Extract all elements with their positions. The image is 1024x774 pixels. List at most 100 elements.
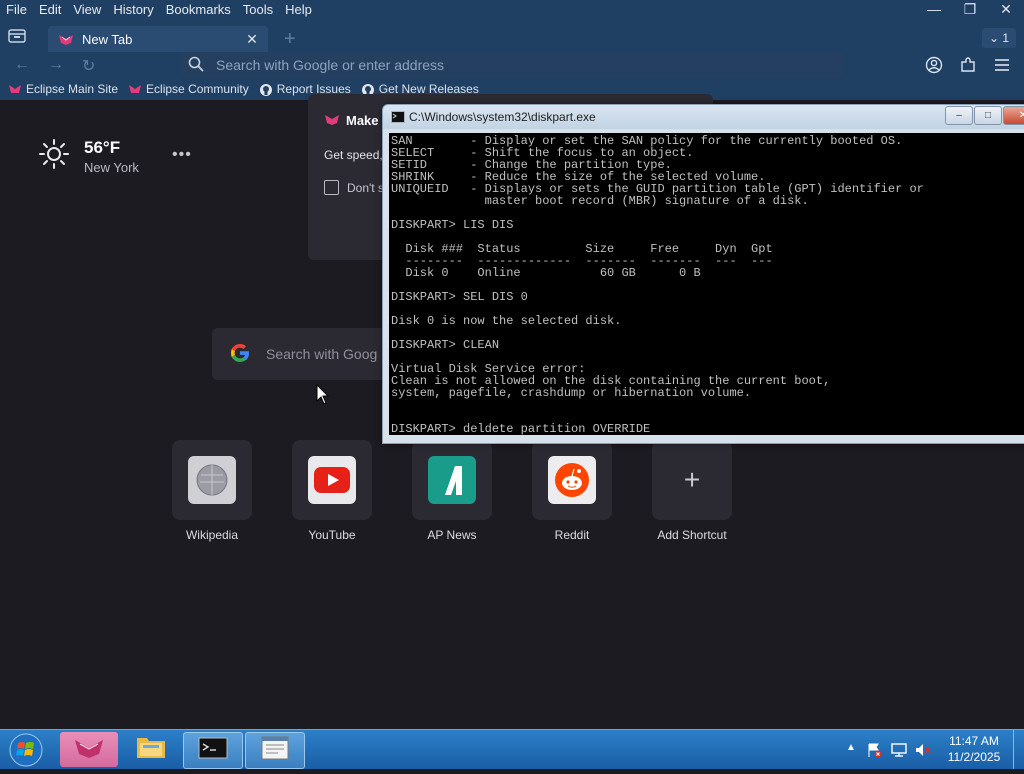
shortcut-tile bbox=[412, 440, 492, 520]
bookmark-eclipse-main-site[interactable]: Eclipse Main Site bbox=[8, 80, 118, 98]
minimize-button[interactable]: — bbox=[916, 0, 952, 18]
menu-bookmarks[interactable]: Bookmarks bbox=[160, 0, 237, 20]
sun-icon bbox=[38, 138, 70, 175]
reload-icon[interactable]: ↻ bbox=[82, 56, 95, 76]
tab-count: 1 bbox=[1002, 31, 1010, 45]
apnews-icon bbox=[428, 456, 476, 504]
menu-tools[interactable]: Tools bbox=[237, 0, 279, 20]
new-tab-plus-icon[interactable]: + bbox=[284, 28, 296, 51]
console-close-button[interactable]: ✕ bbox=[1003, 106, 1024, 125]
shortcut-reddit[interactable]: Reddit bbox=[532, 440, 612, 542]
console-title-bar[interactable]: C:\Windows\system32\diskpart.exe – □ ✕ bbox=[383, 105, 1024, 129]
volume-muted-icon[interactable] bbox=[914, 742, 932, 758]
shortcut-ap-news[interactable]: AP News bbox=[412, 440, 492, 542]
shortcut-tile bbox=[172, 440, 252, 520]
address-input[interactable] bbox=[214, 56, 818, 74]
close-button[interactable]: ✕ bbox=[988, 0, 1024, 18]
browser-logo-icon bbox=[324, 112, 340, 129]
hamburger-menu-icon[interactable] bbox=[993, 56, 1013, 74]
restore-button[interactable]: ❐ bbox=[952, 0, 988, 18]
console-title: C:\Windows\system32\diskpart.exe bbox=[409, 110, 596, 124]
menu-file[interactable]: File bbox=[0, 0, 33, 20]
tab-count-dropdown[interactable]: ⌄ 1 bbox=[982, 28, 1016, 48]
taskbar-explorer-button[interactable] bbox=[122, 732, 180, 767]
document-window-icon bbox=[260, 735, 290, 766]
account-icon[interactable] bbox=[925, 56, 945, 74]
reddit-icon bbox=[548, 456, 596, 504]
shortcut-label: Add Shortcut bbox=[657, 528, 727, 542]
tab-list-icon[interactable] bbox=[8, 28, 30, 48]
clock-time: 11:47 AM bbox=[949, 734, 999, 748]
wikipedia-icon bbox=[188, 456, 236, 504]
eclipse-logo-icon bbox=[8, 83, 22, 95]
shortcut-wikipedia[interactable]: Wikipedia bbox=[172, 440, 252, 542]
eclipse-logo-icon bbox=[128, 83, 142, 95]
folder-icon bbox=[135, 734, 167, 765]
diskpart-console-window[interactable]: C:\Windows\system32\diskpart.exe – □ ✕ S… bbox=[382, 104, 1024, 444]
show-desktop-button[interactable] bbox=[1013, 730, 1024, 769]
promo-checkbox-row[interactable]: Don't s bbox=[324, 180, 384, 195]
shortcut-tile: + bbox=[652, 440, 732, 520]
chevron-down-icon: ⌄ bbox=[988, 31, 1000, 45]
browser-logo-icon bbox=[73, 735, 105, 764]
menu-history[interactable]: History bbox=[107, 0, 159, 20]
browser-logo-icon bbox=[58, 32, 74, 46]
weather-more-options-icon[interactable]: ••• bbox=[172, 146, 192, 164]
console-maximize-button[interactable]: □ bbox=[974, 106, 1002, 125]
console-minimize-button[interactable]: – bbox=[945, 106, 973, 125]
back-arrow-icon[interactable]: ← bbox=[14, 56, 30, 74]
tab-new-tab[interactable]: New Tab ✕ bbox=[48, 26, 268, 52]
promo-checkbox[interactable] bbox=[324, 180, 339, 195]
browser-chrome: File Edit View History Bookmarks Tools H… bbox=[0, 0, 1024, 100]
console-icon bbox=[391, 111, 405, 123]
bookmark-label: Eclipse Community bbox=[146, 82, 249, 96]
github-icon bbox=[259, 83, 273, 96]
browser-window-controls: — ❐ ✕ bbox=[916, 0, 1024, 18]
google-logo-icon bbox=[228, 341, 252, 368]
shortcut-label: YouTube bbox=[308, 528, 356, 542]
cmd-icon bbox=[198, 736, 228, 765]
clock[interactable]: 11:47 AM 11/2/2025 bbox=[944, 733, 1004, 765]
youtube-icon bbox=[308, 456, 356, 504]
promo-heading: Make F bbox=[324, 112, 390, 129]
bookmark-label: Eclipse Main Site bbox=[26, 82, 119, 96]
search-placeholder: Search with Goog bbox=[266, 346, 378, 362]
extensions-icon[interactable] bbox=[959, 56, 979, 74]
tab-title: New Tab bbox=[82, 31, 133, 47]
console-text: SAN - Display or set the SAN policy for … bbox=[391, 134, 924, 435]
shortcut-youtube[interactable]: YouTube bbox=[292, 440, 372, 542]
windows-taskbar: ▲ 11:47 AM 11/2/2025 bbox=[0, 729, 1024, 769]
menu-bar: File Edit View History Bookmarks Tools H… bbox=[0, 0, 900, 20]
bookmark-eclipse-community[interactable]: Eclipse Community bbox=[128, 80, 249, 98]
shortcut-add[interactable]: + Add Shortcut bbox=[652, 440, 732, 542]
show-hidden-icons-icon[interactable]: ▲ bbox=[842, 742, 860, 758]
menu-help[interactable]: Help bbox=[279, 0, 318, 20]
tab-close-icon[interactable]: ✕ bbox=[244, 31, 260, 48]
mouse-pointer-icon bbox=[316, 383, 330, 411]
nav-bar: ← → ↻ bbox=[0, 52, 1024, 78]
system-tray: ▲ bbox=[842, 730, 938, 769]
menu-view[interactable]: View bbox=[67, 0, 107, 20]
address-bar[interactable] bbox=[180, 52, 845, 78]
top-sites-grid: Wikipedia YouTube AP News Reddit + Add S… bbox=[172, 440, 732, 550]
start-button[interactable] bbox=[4, 731, 46, 769]
shortcut-label: Reddit bbox=[554, 528, 590, 542]
menu-edit[interactable]: Edit bbox=[33, 0, 67, 20]
plus-icon: + bbox=[683, 464, 701, 495]
taskbar-app-button[interactable] bbox=[245, 732, 305, 769]
tab-strip: New Tab ✕ + ⌄ 1 bbox=[0, 24, 1024, 52]
shortcut-tile bbox=[532, 440, 612, 520]
console-output[interactable]: SAN - Display or set the SAN policy for … bbox=[389, 133, 1024, 435]
network-icon[interactable] bbox=[890, 742, 908, 758]
shortcut-tile bbox=[292, 440, 372, 520]
taskbar-cmd-button[interactable] bbox=[183, 732, 243, 769]
shortcut-label: AP News bbox=[427, 528, 477, 542]
taskbar-browser-button[interactable] bbox=[60, 732, 118, 767]
search-icon bbox=[188, 56, 204, 75]
promo-body: Get speed, bbox=[324, 148, 383, 162]
shortcut-label: Wikipedia bbox=[185, 528, 239, 542]
action-center-flag-icon[interactable] bbox=[866, 742, 884, 758]
weather-location: New York bbox=[84, 160, 139, 175]
clock-date: 11/2/2025 bbox=[947, 750, 1001, 764]
forward-arrow-icon[interactable]: → bbox=[48, 56, 64, 74]
